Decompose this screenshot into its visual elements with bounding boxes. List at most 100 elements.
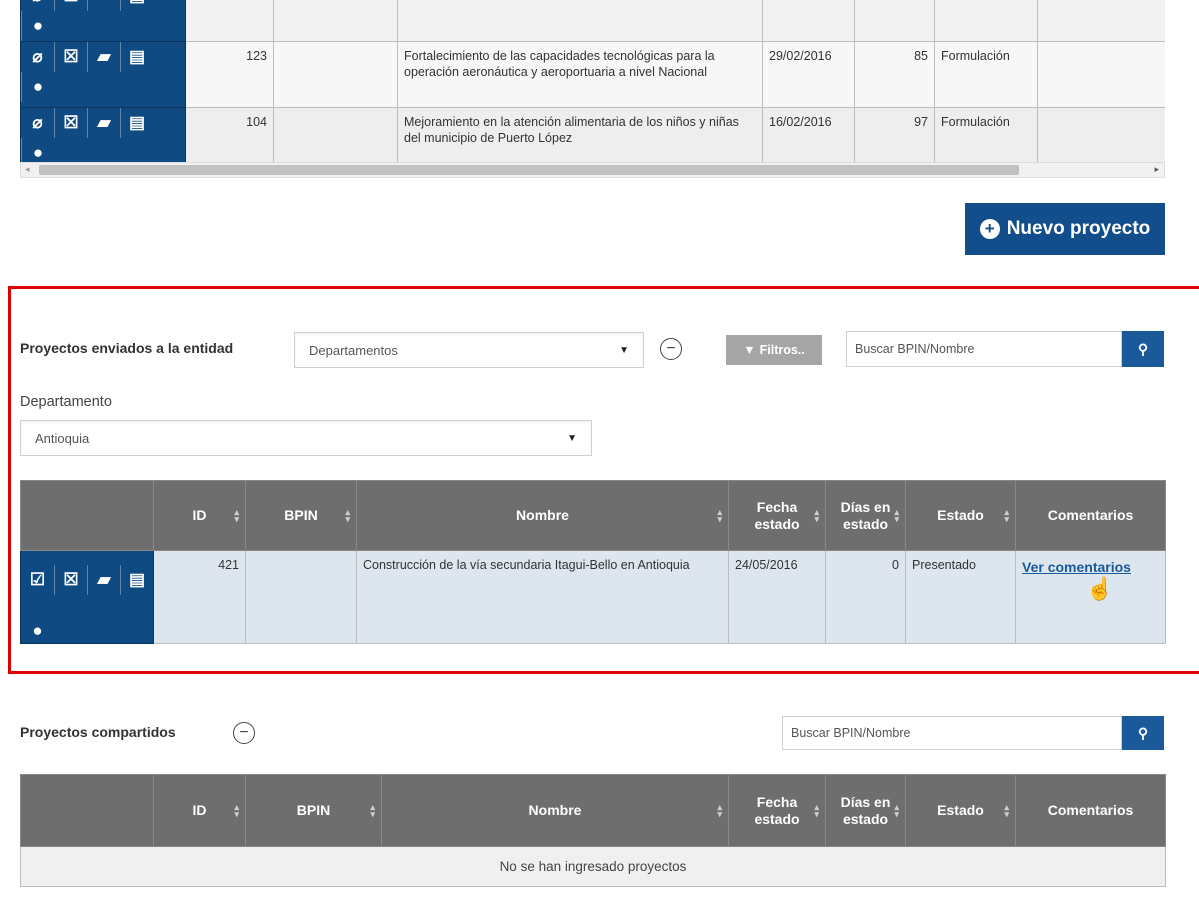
entity-type-select[interactable]: Departamentos ▼	[294, 332, 644, 368]
cell-estado: Formulación	[934, 107, 1038, 162]
header-bpin[interactable]: BPIN ▴ ▾	[245, 774, 382, 847]
print-icon[interactable]: ▤	[120, 0, 153, 11]
new-project-button[interactable]: + Nuevo proyecto	[965, 203, 1165, 255]
user-icon[interactable]: ●	[22, 619, 55, 643]
filter-button[interactable]: ▼ Filtros..	[726, 335, 822, 365]
print-icon[interactable]: ▤	[120, 108, 153, 138]
search-icon: ⚲	[1137, 340, 1149, 357]
sort-icon: ▴ ▾	[370, 801, 375, 819]
collapse-icon[interactable]: −	[660, 338, 682, 360]
cell-id: 104	[185, 107, 274, 162]
header-estado[interactable]: Estado ▴ ▾	[905, 480, 1016, 551]
search-icon: ⚲	[1137, 724, 1149, 741]
cell-bpin	[245, 550, 357, 644]
delete-icon[interactable]: ☒	[54, 0, 87, 11]
sort-icon: ▴ ▾	[234, 506, 239, 524]
cell-fecha: 29/02/2016	[762, 41, 855, 108]
cell-dias: 85	[854, 41, 935, 108]
cell-comentarios	[1037, 41, 1165, 108]
cell-fecha: 16/02/2016	[762, 107, 855, 162]
top-projects-table: ⌀☒▰▤● ⌀☒▰▤● 123 Fortalecimiento de las c…	[20, 0, 1165, 162]
sort-icon: ▴ ▾	[717, 801, 722, 819]
compartidos-table: ID ▴ ▾ BPIN ▴ ▾ Nombre ▴ ▾ Fecha estado ▴ ▾ Días…	[20, 774, 1166, 887]
scroll-left-icon[interactable]: ◂	[25, 164, 30, 175]
cell-bpin	[273, 41, 398, 108]
header-dias[interactable]: Días en estado ▴ ▾	[825, 774, 906, 847]
horizontal-scrollbar[interactable]: ◂ ▸	[20, 162, 1165, 178]
header-actions	[20, 480, 154, 551]
collapse-icon[interactable]: −	[233, 722, 255, 744]
cell-id: 123	[185, 41, 274, 108]
section-title-enviados: Proyectos enviados a la entidad	[20, 340, 234, 356]
attach-icon[interactable]: ⌀	[22, 0, 55, 11]
search-input-compartidos[interactable]: Buscar BPIN/Nombre	[782, 716, 1122, 750]
table-row[interactable]: ⌀ ☒ ▰ ▤ ● 123 Fortalecimiento de las capacid…	[20, 41, 1165, 108]
departamento-select[interactable]: Antioquia ▼	[20, 420, 592, 456]
header-comentarios: Comentarios	[1015, 480, 1166, 551]
cell-estado: Presentado	[905, 550, 1016, 644]
print-icon[interactable]: ▤	[120, 42, 153, 72]
user-icon[interactable]: ●	[21, 11, 55, 41]
header-bpin[interactable]: BPIN ▴ ▾	[245, 480, 357, 551]
row-actions: ⌀ ☒ ▰ ▤ ●	[20, 41, 186, 108]
departamento-label: Departamento	[20, 394, 112, 410]
scrollbar-thumb[interactable]	[39, 165, 1019, 175]
sort-icon: ▴ ▾	[814, 801, 819, 819]
folder-icon[interactable]: ▰	[87, 565, 120, 595]
enviados-table: ID ▴ ▾ BPIN ▴ ▾ Nombre ▴ ▾ Fecha estado ▴ ▾ Días…	[20, 480, 1166, 644]
header-dias[interactable]: Días en estado ▴ ▾	[825, 480, 906, 551]
folder-icon[interactable]: ▰	[87, 108, 120, 138]
header-nombre[interactable]: Nombre ▴ ▾	[356, 480, 729, 551]
delete-icon[interactable]: ☒	[54, 42, 87, 72]
cell-nombre: Fortalecimiento de las capacidades tecno…	[397, 41, 763, 108]
section-title-compartidos: Proyectos compartidos	[20, 724, 176, 740]
sort-icon: ▴ ▾	[814, 506, 819, 524]
header-estado[interactable]: Estado ▴ ▾	[905, 774, 1016, 847]
delete-icon[interactable]: ☒	[54, 108, 87, 138]
cell-bpin	[273, 107, 398, 162]
cell-nombre: Construcción de la vía secundaria Itagui…	[356, 550, 729, 644]
row-actions: ☑ ☒ ▰ ▤ ●	[20, 550, 154, 644]
search-placeholder: Buscar BPIN/Nombre	[791, 726, 911, 740]
folder-icon[interactable]: ▰	[87, 42, 120, 72]
user-icon[interactable]: ●	[21, 72, 55, 102]
ver-comentarios-link[interactable]: Ver comentarios	[1022, 559, 1131, 575]
sort-icon: ▴ ▾	[1004, 801, 1009, 819]
user-icon[interactable]: ●	[21, 138, 55, 162]
cell-fecha: 24/05/2016	[728, 550, 826, 644]
row-actions: ⌀ ☒ ▰ ▤ ●	[20, 107, 186, 162]
check-icon[interactable]: ☑	[22, 565, 55, 595]
cell-id: 421	[153, 550, 246, 644]
row-actions-partial: ⌀☒▰▤ ●	[20, 0, 186, 42]
header-actions	[20, 774, 154, 847]
empty-message: No se han ingresado proyectos	[20, 846, 1166, 887]
header-fecha[interactable]: Fecha estado ▴ ▾	[728, 480, 826, 551]
filter-label: Filtros..	[759, 343, 805, 357]
attach-icon[interactable]: ⌀	[22, 43, 55, 73]
header-id[interactable]: ID ▴ ▾	[153, 774, 246, 847]
header-id[interactable]: ID ▴ ▾	[153, 480, 246, 551]
search-button[interactable]: ⚲	[1122, 331, 1164, 367]
header-nombre[interactable]: Nombre ▴ ▾	[381, 774, 729, 847]
sort-icon: ▴ ▾	[717, 506, 722, 524]
delete-icon[interactable]: ☒	[54, 565, 87, 595]
cell-estado: Formulación	[934, 41, 1038, 108]
folder-icon[interactable]: ▰	[87, 0, 120, 11]
header-comentarios: Comentarios	[1015, 774, 1166, 847]
filter-icon: ▼	[743, 343, 756, 357]
print-icon[interactable]: ▤	[120, 565, 153, 595]
caret-down-icon: ▼	[619, 344, 629, 356]
search-input[interactable]: Buscar BPIN/Nombre	[846, 331, 1122, 367]
sort-icon: ▴ ▾	[234, 801, 239, 819]
table-row[interactable]: ☑ ☒ ▰ ▤ ● 421 Construcción de la vía secund…	[20, 550, 1166, 644]
search-placeholder: Buscar BPIN/Nombre	[855, 342, 975, 356]
attach-icon[interactable]: ⌀	[22, 109, 55, 139]
new-project-label: Nuevo proyecto	[1006, 218, 1151, 239]
scroll-right-icon[interactable]: ▸	[1154, 164, 1159, 175]
search-button-compartidos[interactable]: ⚲	[1122, 716, 1164, 750]
sort-icon: ▴ ▾	[345, 506, 350, 524]
table-row[interactable]: ⌀ ☒ ▰ ▤ ● 104 Mejoramiento en la atención al…	[20, 107, 1165, 162]
header-fecha[interactable]: Fecha estado ▴ ▾	[728, 774, 826, 847]
sort-icon: ▴ ▾	[894, 801, 899, 819]
cell-dias: 0	[825, 550, 906, 644]
